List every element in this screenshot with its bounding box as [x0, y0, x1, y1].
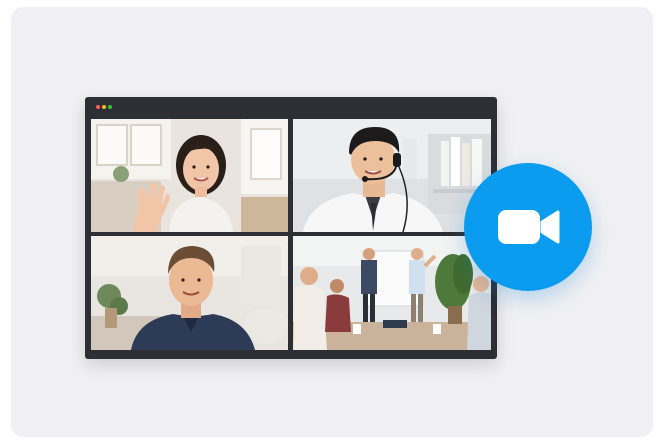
participant-tile-1[interactable]	[91, 119, 288, 232]
close-dot[interactable]	[96, 105, 100, 109]
maximize-dot[interactable]	[108, 105, 112, 109]
woman-waving-video	[91, 119, 288, 232]
window-titlebar	[85, 97, 497, 117]
office-meeting-video	[293, 236, 491, 350]
page	[0, 0, 660, 443]
participant-tile-2[interactable]	[293, 119, 491, 232]
minimize-dot[interactable]	[102, 105, 106, 109]
video-call-badge[interactable]	[464, 163, 592, 291]
participant-tile-3[interactable]	[91, 236, 288, 350]
man-smiling-video	[91, 236, 288, 350]
video-camera-icon	[464, 163, 592, 291]
man-headset-video	[293, 119, 491, 232]
participant-tile-4[interactable]	[293, 236, 491, 350]
video-call-window	[85, 97, 497, 359]
